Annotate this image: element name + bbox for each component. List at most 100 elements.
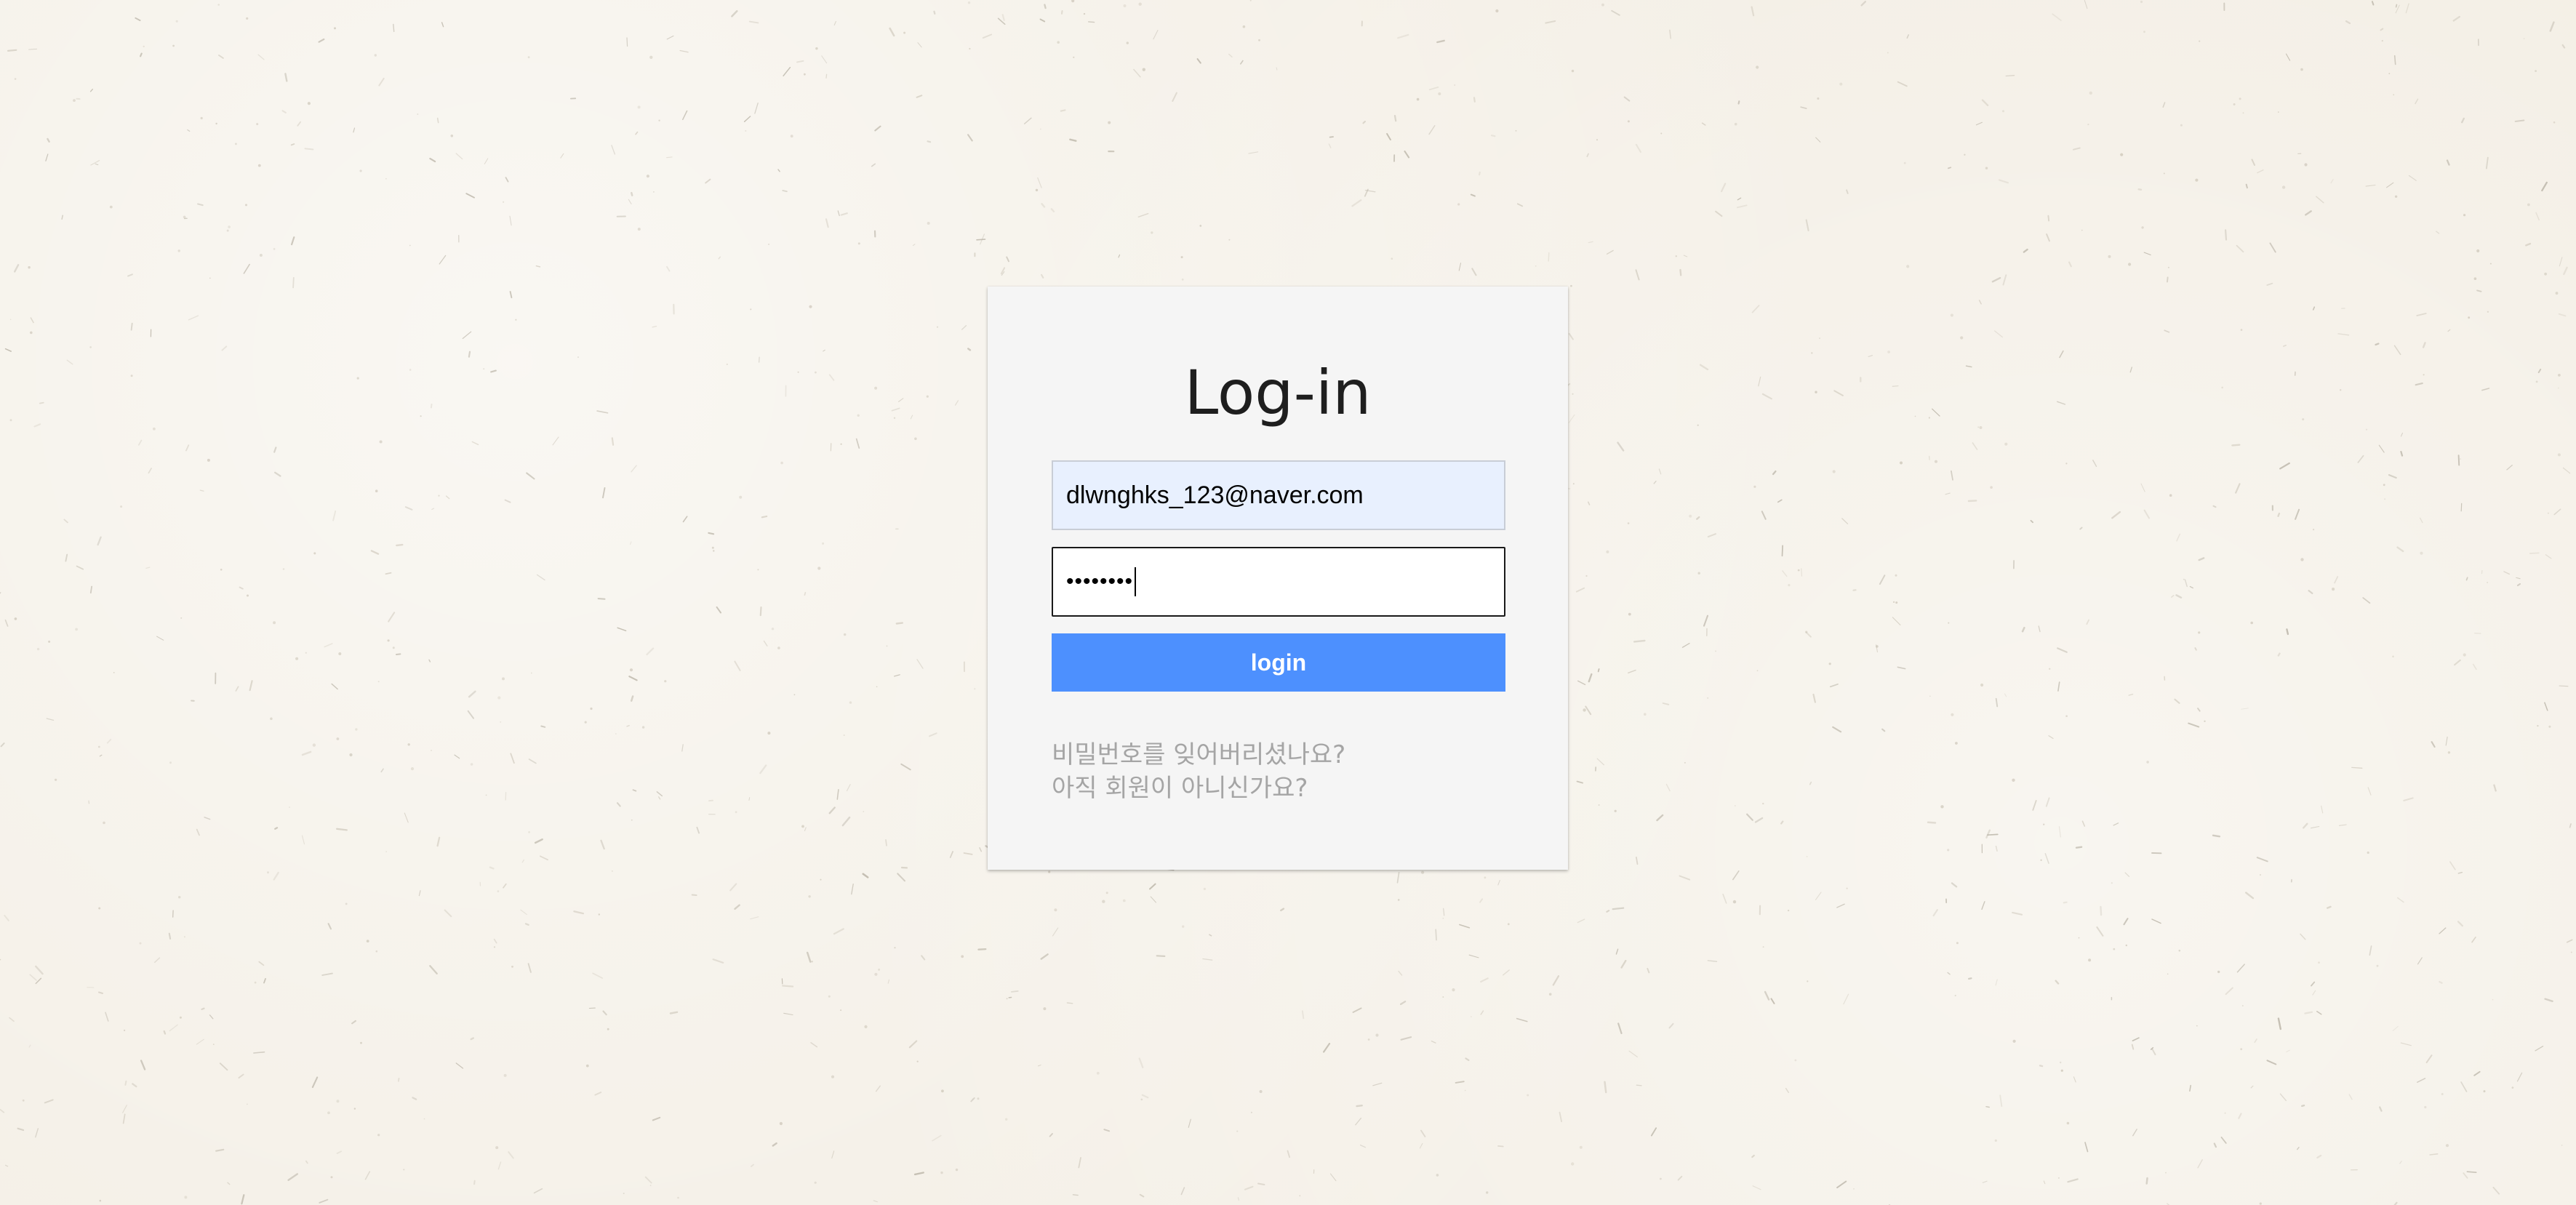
paper-fiber bbox=[2506, 465, 2513, 471]
paper-fiber bbox=[2184, 579, 2188, 588]
paper-fiber bbox=[2535, 1045, 2544, 1052]
paper-fiber bbox=[2194, 647, 2197, 651]
paper-fiber bbox=[1606, 910, 1610, 913]
paper-fiber bbox=[1237, 1197, 1239, 1201]
paper-fiber bbox=[1699, 364, 1709, 371]
paper-fiber bbox=[291, 236, 295, 246]
paper-speck bbox=[1043, 1007, 1047, 1011]
paper-fiber bbox=[2162, 102, 2166, 108]
paper-fiber bbox=[2235, 483, 2241, 494]
paper-speck bbox=[641, 726, 645, 729]
paper-speck bbox=[2340, 389, 2342, 391]
paper-fiber bbox=[4, 619, 9, 627]
paper-speck bbox=[1367, 1038, 1370, 1041]
password-field[interactable]: •••••••• bbox=[1052, 547, 1505, 617]
paper-speck bbox=[1675, 255, 1677, 257]
paper-fiber bbox=[188, 315, 199, 321]
paper-speck bbox=[235, 143, 237, 145]
paper-speck bbox=[1753, 485, 1756, 488]
paper-fiber bbox=[1103, 1129, 1111, 1132]
paper-fiber bbox=[1359, 1144, 1367, 1148]
paper-fiber bbox=[510, 753, 515, 764]
paper-fiber bbox=[763, 640, 768, 646]
paper-fiber bbox=[2032, 800, 2037, 811]
email-field[interactable]: dlwnghks_123@naver.com bbox=[1052, 460, 1505, 530]
paper-fiber bbox=[2277, 652, 2281, 657]
paper-fiber bbox=[1833, 390, 1844, 396]
paper-speck bbox=[374, 54, 377, 57]
paper-fiber bbox=[862, 873, 869, 878]
paper-speck bbox=[1140, 1098, 1143, 1101]
paper-speck bbox=[417, 113, 419, 115]
paper-fiber bbox=[235, 686, 239, 692]
paper-fiber bbox=[1497, 1145, 1504, 1148]
paper-fiber bbox=[145, 567, 151, 569]
paper-fiber bbox=[1746, 813, 1753, 821]
forgot-password-link[interactable]: 비밀번호를 잊어버리셨나요? bbox=[1052, 739, 1345, 771]
paper-fiber bbox=[524, 923, 529, 926]
paper-fiber bbox=[2073, 147, 2081, 151]
paper-speck bbox=[403, 1169, 405, 1171]
paper-fiber bbox=[1800, 106, 1807, 109]
paper-fiber bbox=[927, 140, 932, 143]
paper-speck bbox=[1951, 713, 1954, 716]
paper-speck bbox=[385, 851, 388, 852]
paper-fiber bbox=[509, 215, 512, 226]
paper-fiber bbox=[1647, 967, 1650, 974]
login-button[interactable]: login bbox=[1052, 633, 1505, 692]
paper-fiber bbox=[533, 1188, 543, 1194]
paper-fiber bbox=[1287, 1150, 1291, 1158]
paper-fiber bbox=[46, 718, 55, 721]
paper-fiber bbox=[1428, 125, 1436, 135]
paper-speck bbox=[2535, 70, 2537, 72]
paper-speck bbox=[97, 745, 100, 748]
paper-speck bbox=[739, 495, 743, 499]
paper-fiber bbox=[1751, 1154, 1755, 1158]
paper-speck bbox=[113, 672, 115, 673]
paper-speck bbox=[450, 135, 454, 137]
paper-fiber bbox=[2058, 826, 2061, 838]
paper-fiber bbox=[1604, 1081, 1607, 1094]
paper-fiber bbox=[2086, 619, 2090, 625]
paper-speck bbox=[407, 743, 410, 746]
paper-fiber bbox=[154, 957, 161, 964]
paper-fiber bbox=[528, 758, 537, 764]
paper-speck bbox=[2259, 873, 2262, 876]
paper-fiber bbox=[209, 1014, 214, 1020]
paper-fiber bbox=[1987, 833, 1999, 836]
paper-fiber bbox=[2429, 1153, 2439, 1156]
paper-speck bbox=[313, 552, 316, 555]
paper-speck bbox=[103, 821, 105, 825]
paper-speck bbox=[246, 17, 249, 20]
signup-link[interactable]: 아직 회원이 아니신가요? bbox=[1052, 772, 1308, 804]
paper-speck bbox=[1438, 92, 1441, 95]
paper-fiber bbox=[2476, 289, 2482, 292]
paper-speck bbox=[2169, 494, 2172, 497]
paper-fiber bbox=[536, 574, 545, 581]
paper-speck bbox=[1228, 239, 1231, 241]
paper-speck bbox=[817, 567, 821, 570]
paper-fiber bbox=[841, 816, 851, 827]
paper-fiber bbox=[1436, 39, 1445, 44]
paper-speck bbox=[387, 639, 390, 642]
paper-fiber bbox=[783, 66, 791, 77]
paper-speck bbox=[2240, 329, 2243, 331]
paper-fiber bbox=[679, 49, 689, 53]
paper-fiber bbox=[777, 169, 780, 172]
paper-speck bbox=[1571, 1162, 1575, 1166]
paper-fiber bbox=[1836, 1180, 1847, 1189]
paper-fiber bbox=[913, 1172, 924, 1176]
paper-fiber bbox=[301, 835, 305, 845]
paper-fiber bbox=[1468, 954, 1479, 958]
paper-fiber bbox=[997, 17, 1006, 25]
paper-fiber bbox=[1400, 1036, 1412, 1041]
paper-fiber bbox=[468, 351, 471, 358]
paper-speck bbox=[1805, 630, 1808, 633]
paper-fiber bbox=[455, 1062, 464, 1069]
paper-speck bbox=[1819, 337, 1820, 340]
paper-speck bbox=[273, 621, 276, 625]
paper-fiber bbox=[967, 348, 972, 351]
paper-speck bbox=[1947, 849, 1950, 852]
paper-speck bbox=[1181, 279, 1184, 281]
paper-speck bbox=[611, 870, 613, 872]
